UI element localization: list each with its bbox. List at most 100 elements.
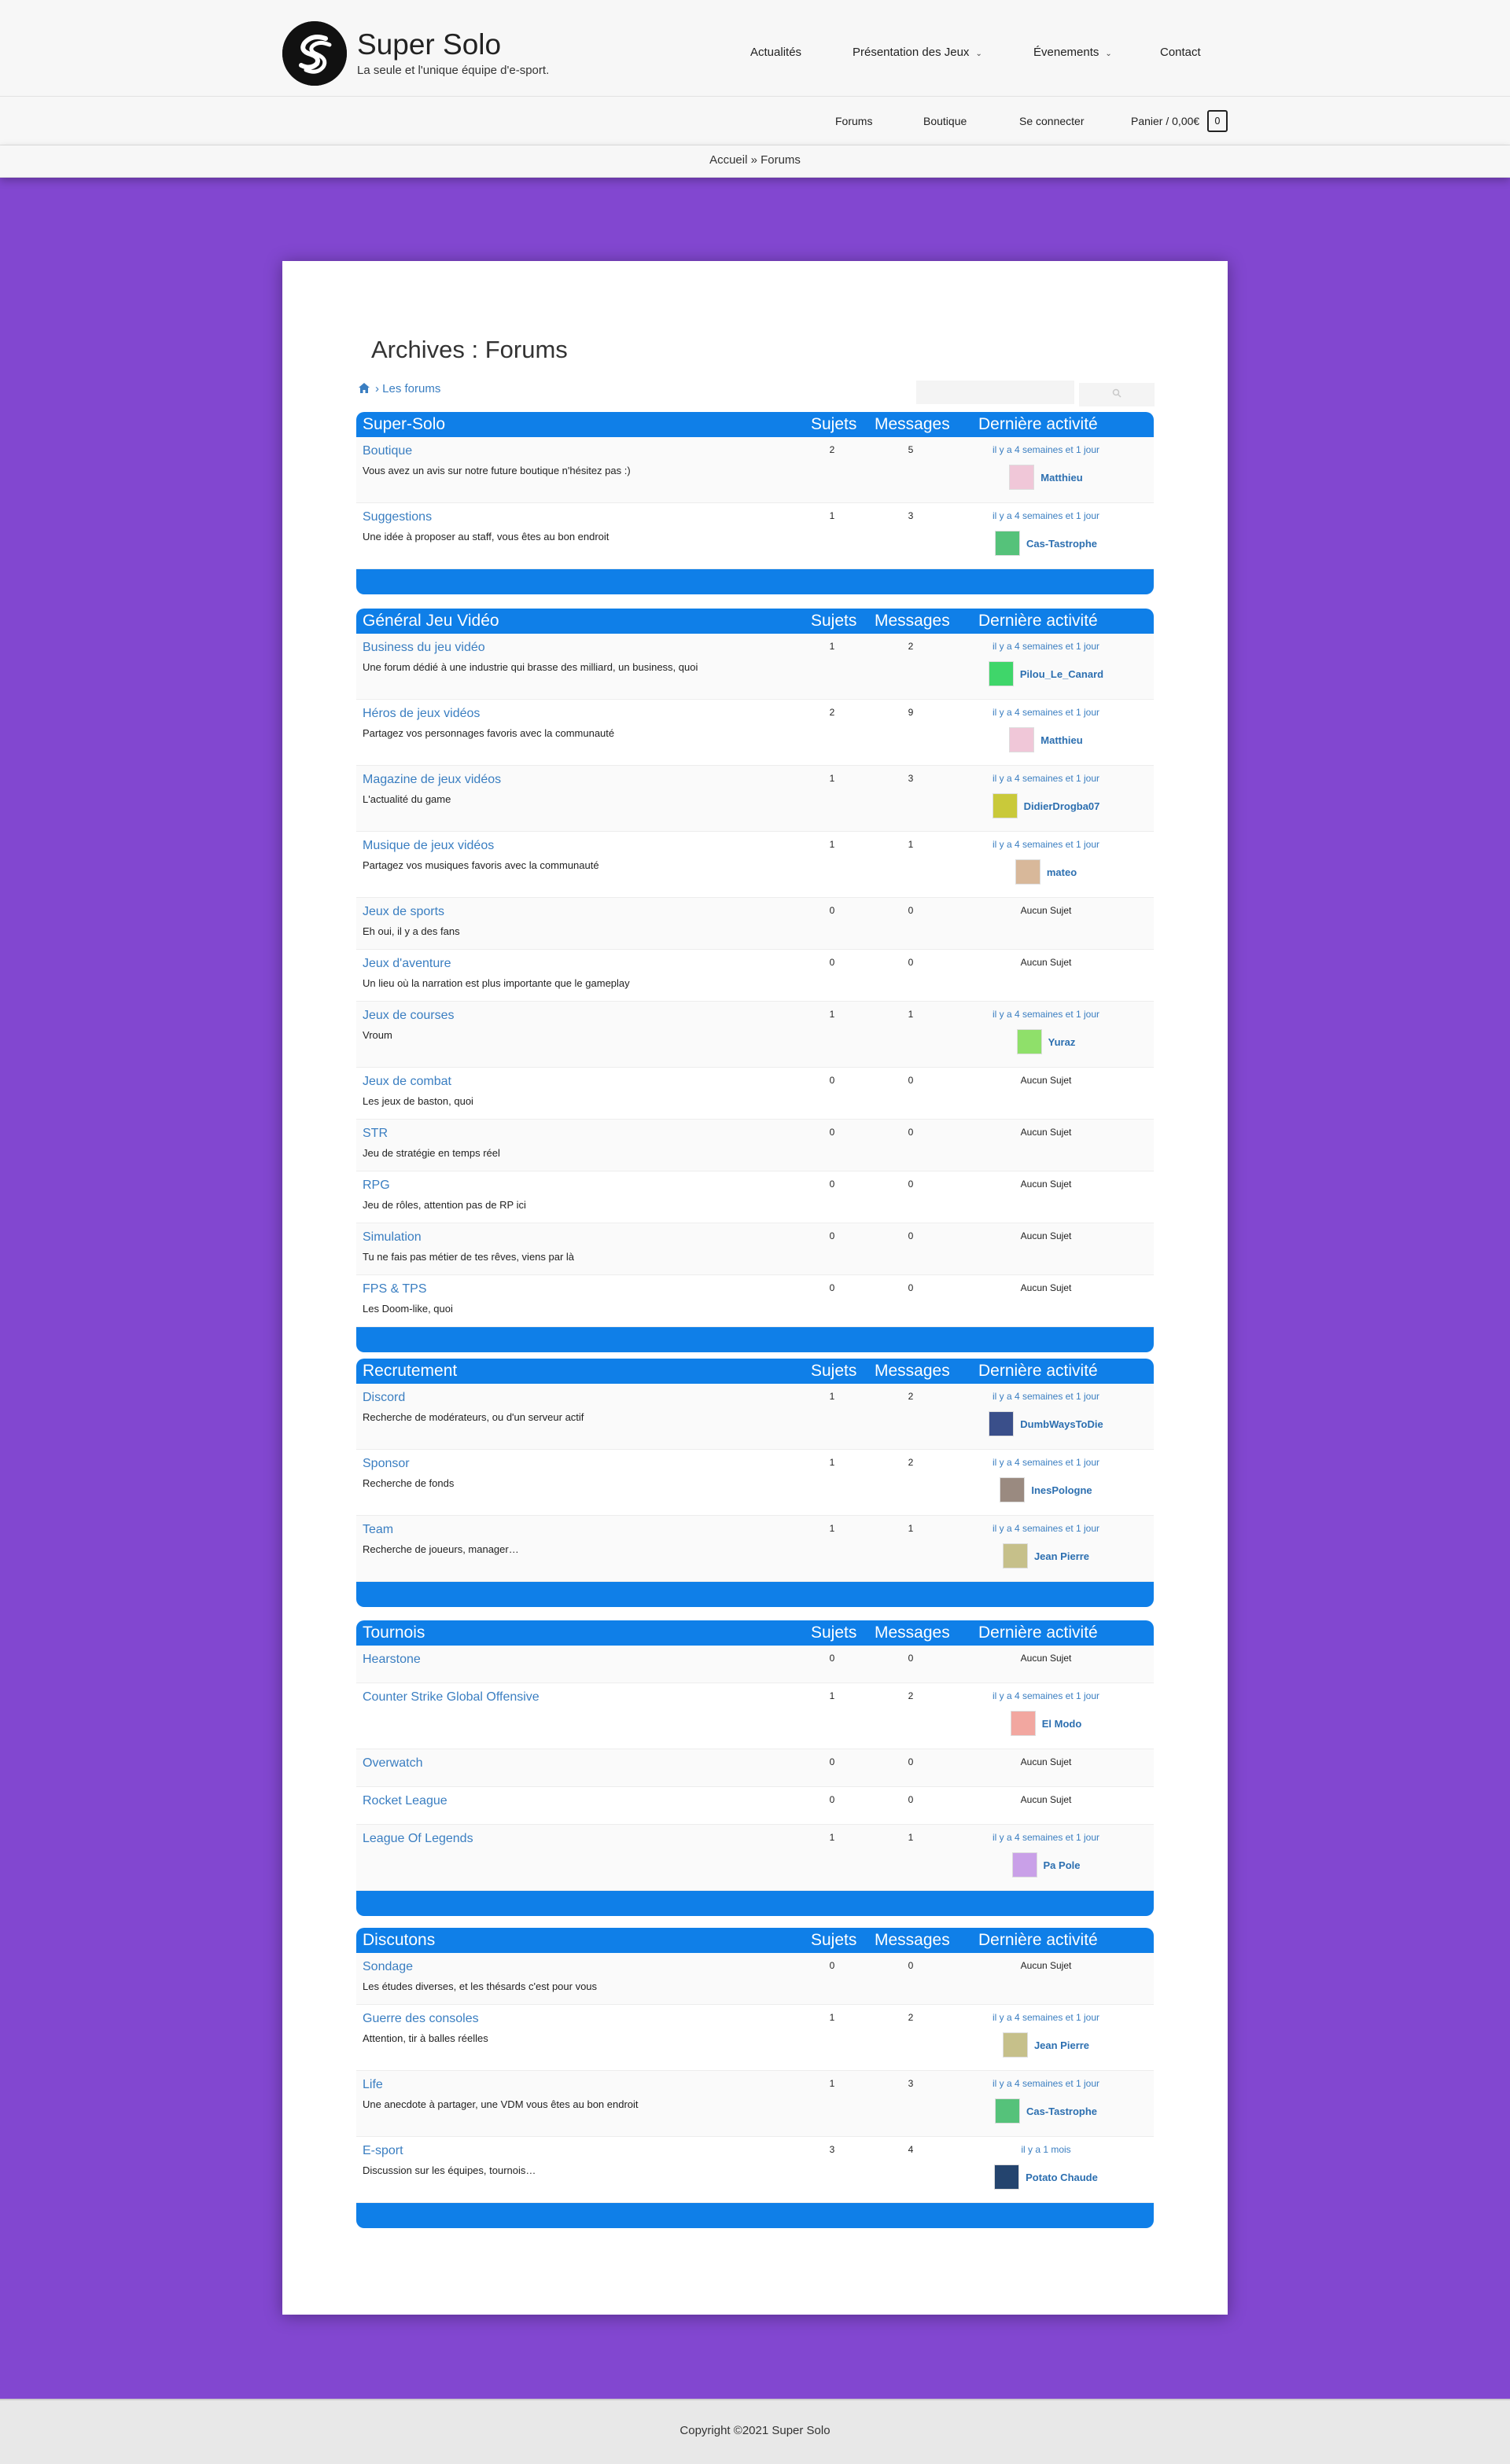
forum-link[interactable]: Suggestions bbox=[363, 510, 432, 524]
last-poster[interactable]: mateo bbox=[962, 859, 1130, 884]
forum-link[interactable]: Rocket League bbox=[363, 1794, 447, 1808]
last-poster[interactable]: Pa Pole bbox=[962, 1852, 1130, 1877]
category-title[interactable]: Tournois bbox=[363, 1624, 425, 1642]
forum-link[interactable]: Magazine de jeux vidéos bbox=[363, 773, 501, 787]
forum-link[interactable]: Hearstone bbox=[363, 1653, 421, 1667]
username-link[interactable]: InesPologne bbox=[1031, 1484, 1092, 1496]
forum-link[interactable]: Discord bbox=[363, 1391, 405, 1405]
avatar[interactable] bbox=[988, 661, 1014, 686]
nav-item-evenements[interactable]: Évenements ⌄ bbox=[1033, 46, 1112, 59]
avatar[interactable] bbox=[994, 2164, 1020, 2190]
avatar[interactable] bbox=[1009, 465, 1035, 490]
nav-login[interactable]: Se connecter bbox=[1019, 115, 1085, 127]
last-activity[interactable]: il y a 4 semaines et 1 jour bbox=[962, 2078, 1130, 2089]
category-title[interactable]: Général Jeu Vidéo bbox=[363, 612, 499, 631]
username-link[interactable]: Pilou_Le_Canard bbox=[1020, 668, 1103, 680]
last-poster[interactable]: Cas-Tastrophe bbox=[962, 2098, 1130, 2124]
avatar[interactable] bbox=[1010, 1711, 1036, 1736]
forum-link[interactable]: FPS & TPS bbox=[363, 1282, 427, 1296]
forum-link[interactable]: STR bbox=[363, 1127, 388, 1141]
last-activity[interactable]: il y a 4 semaines et 1 jour bbox=[962, 1690, 1130, 1701]
last-poster[interactable]: Jean Pierre bbox=[962, 1543, 1130, 1569]
avatar[interactable] bbox=[994, 2098, 1020, 2124]
cart-link[interactable]: Panier / 0,00€ bbox=[1131, 115, 1199, 127]
forum-link[interactable]: Sponsor bbox=[363, 1457, 410, 1471]
forum-link[interactable]: Boutique bbox=[363, 444, 412, 458]
last-activity[interactable]: il y a 4 semaines et 1 jour bbox=[962, 1391, 1130, 1402]
last-activity[interactable]: il y a 4 semaines et 1 jour bbox=[962, 707, 1130, 718]
last-poster[interactable]: Matthieu bbox=[962, 727, 1130, 752]
last-poster[interactable]: El Modo bbox=[962, 1711, 1130, 1736]
last-activity[interactable]: il y a 1 mois bbox=[962, 2144, 1130, 2155]
avatar[interactable] bbox=[1009, 727, 1035, 752]
username-link[interactable]: DidierDrogba07 bbox=[1024, 800, 1100, 812]
avatar[interactable] bbox=[1015, 859, 1040, 884]
nav-forums[interactable]: Forums bbox=[835, 115, 872, 127]
nav-item-contact[interactable]: Contact bbox=[1160, 46, 1201, 59]
forum-link[interactable]: Guerre des consoles bbox=[363, 2012, 479, 2026]
forum-link[interactable]: Simulation bbox=[363, 1230, 422, 1245]
breadcrumb[interactable]: Accueil » Forums bbox=[0, 153, 1510, 167]
last-poster[interactable]: Potato Chaude bbox=[962, 2164, 1130, 2190]
avatar[interactable] bbox=[1002, 2032, 1028, 2058]
forum-link[interactable]: Overwatch bbox=[363, 1756, 422, 1771]
category-title[interactable]: Recrutement bbox=[363, 1362, 457, 1381]
forum-link[interactable]: Musique de jeux vidéos bbox=[363, 839, 494, 853]
last-poster[interactable]: InesPologne bbox=[962, 1477, 1130, 1502]
last-activity[interactable]: il y a 4 semaines et 1 jour bbox=[962, 444, 1130, 455]
last-activity[interactable]: il y a 4 semaines et 1 jour bbox=[962, 839, 1130, 850]
username-link[interactable]: Jean Pierre bbox=[1034, 1550, 1089, 1562]
last-poster[interactable]: Matthieu bbox=[962, 465, 1130, 490]
last-poster[interactable]: DumbWaysToDie bbox=[962, 1411, 1130, 1436]
last-activity[interactable]: il y a 4 semaines et 1 jour bbox=[962, 1009, 1130, 1020]
category-title[interactable]: Super-Solo bbox=[363, 415, 445, 434]
search-button[interactable] bbox=[1079, 383, 1155, 406]
home-icon[interactable] bbox=[358, 382, 370, 397]
avatar[interactable] bbox=[992, 793, 1018, 818]
forum-link[interactable]: Business du jeu vidéo bbox=[363, 641, 485, 655]
avatar[interactable] bbox=[1000, 1477, 1026, 1502]
forum-link[interactable]: Jeux de courses bbox=[363, 1009, 455, 1023]
username-link[interactable]: Matthieu bbox=[1040, 472, 1082, 484]
last-activity[interactable]: il y a 4 semaines et 1 jour bbox=[962, 641, 1130, 652]
username-link[interactable]: DumbWaysToDie bbox=[1020, 1418, 1103, 1430]
forum-link[interactable]: RPG bbox=[363, 1179, 390, 1193]
forum-link[interactable]: Jeux de combat bbox=[363, 1075, 451, 1089]
username-link[interactable]: Cas-Tastrophe bbox=[1026, 538, 1097, 550]
category-title[interactable]: Discutons bbox=[363, 1931, 435, 1950]
last-poster[interactable]: Yuraz bbox=[962, 1029, 1130, 1054]
last-activity[interactable]: il y a 4 semaines et 1 jour bbox=[962, 1457, 1130, 1468]
username-link[interactable]: Matthieu bbox=[1040, 734, 1082, 746]
username-link[interactable]: mateo bbox=[1047, 866, 1077, 878]
forum-link[interactable]: Life bbox=[363, 2078, 383, 2092]
forum-link[interactable]: Jeux d'aventure bbox=[363, 957, 451, 971]
forum-link[interactable]: Sondage bbox=[363, 1960, 413, 1974]
nav-item-presentation[interactable]: Présentation des Jeux ⌄ bbox=[853, 46, 982, 59]
nav-item-actualites[interactable]: Actualités bbox=[750, 46, 801, 59]
avatar[interactable] bbox=[1011, 1852, 1037, 1877]
last-activity[interactable]: il y a 4 semaines et 1 jour bbox=[962, 1523, 1130, 1534]
forum-link[interactable]: Héros de jeux vidéos bbox=[363, 707, 480, 721]
last-activity[interactable]: il y a 4 semaines et 1 jour bbox=[962, 773, 1130, 784]
avatar[interactable] bbox=[1016, 1029, 1042, 1054]
last-poster[interactable]: Jean Pierre bbox=[962, 2032, 1130, 2058]
forum-link[interactable]: Counter Strike Global Offensive bbox=[363, 1690, 540, 1705]
nav-boutique[interactable]: Boutique bbox=[923, 115, 967, 127]
forum-link[interactable]: E-sport bbox=[363, 2144, 403, 2158]
username-link[interactable]: Cas-Tastrophe bbox=[1026, 2105, 1097, 2117]
username-link[interactable]: Jean Pierre bbox=[1034, 2039, 1089, 2051]
forum-breadcrumb-link[interactable]: › Les forums bbox=[375, 382, 440, 395]
last-poster[interactable]: Cas-Tastrophe bbox=[962, 531, 1130, 556]
username-link[interactable]: Yuraz bbox=[1048, 1036, 1076, 1048]
avatar[interactable] bbox=[989, 1411, 1015, 1436]
username-link[interactable]: Potato Chaude bbox=[1026, 2172, 1098, 2183]
last-activity[interactable]: il y a 4 semaines et 1 jour bbox=[962, 510, 1130, 521]
forum-link[interactable]: League Of Legends bbox=[363, 1832, 473, 1846]
cart-icon[interactable]: 0 bbox=[1207, 110, 1228, 132]
forum-link[interactable]: Jeux de sports bbox=[363, 905, 444, 919]
last-activity[interactable]: il y a 4 semaines et 1 jour bbox=[962, 2012, 1130, 2023]
last-poster[interactable]: DidierDrogba07 bbox=[962, 793, 1130, 818]
username-link[interactable]: El Modo bbox=[1042, 1718, 1082, 1730]
last-poster[interactable]: Pilou_Le_Canard bbox=[962, 661, 1130, 686]
avatar[interactable] bbox=[1002, 1543, 1028, 1569]
